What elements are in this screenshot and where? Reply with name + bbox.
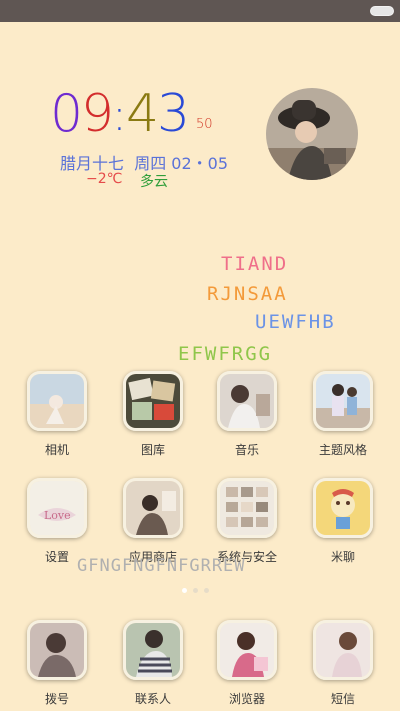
app-security[interactable]: 系统与安全 xyxy=(207,478,287,568)
status-bar xyxy=(0,0,400,22)
contacts-app-icon xyxy=(123,620,183,680)
scribble-text-3: UEWFHB xyxy=(255,311,336,333)
security-app-icon xyxy=(217,478,277,538)
page-dot-active[interactable] xyxy=(182,588,187,593)
camera-app-icon xyxy=(27,371,87,431)
scribble-text-5: GFNGFNGFNFGRREW xyxy=(77,556,246,576)
app-label: 短信 xyxy=(330,692,355,706)
clock-minute-tens: 4 xyxy=(126,84,160,144)
app-label: 拨号 xyxy=(44,692,69,706)
app-label: 音乐 xyxy=(234,443,259,457)
scribble-text-4: EFWFRGG xyxy=(178,343,273,365)
app-store[interactable]: 应用商店 xyxy=(113,478,193,568)
phone-app-icon xyxy=(27,620,87,680)
app-miliao[interactable]: 米聊 xyxy=(303,478,383,568)
music-app-icon xyxy=(217,371,277,431)
app-messages[interactable]: 短信 xyxy=(303,620,383,710)
clock-hour-tens: 0 xyxy=(50,84,84,144)
clock-minute-ones: 3 xyxy=(157,84,191,144)
page-dot[interactable] xyxy=(193,588,198,593)
app-label: 图库 xyxy=(140,443,165,457)
messages-app-icon xyxy=(313,620,373,680)
scribble-text-2: RJNSAA xyxy=(207,283,288,305)
app-contacts[interactable]: 联系人 xyxy=(113,620,193,710)
app-label: 主题风格 xyxy=(318,443,367,457)
clock-colon: : xyxy=(112,90,127,141)
app-music[interactable]: 音乐 xyxy=(207,371,287,461)
weather-condition: 多云 xyxy=(140,174,168,190)
page-dot[interactable] xyxy=(204,588,209,593)
app-gallery[interactable]: 图库 xyxy=(113,371,193,461)
miliao-app-icon xyxy=(313,478,373,538)
app-label: 联系人 xyxy=(134,692,171,706)
theme-app-icon xyxy=(313,371,373,431)
scribble-text-1: TIAND xyxy=(221,253,289,275)
settings-app-icon: Love xyxy=(27,478,87,538)
browser-app-icon xyxy=(217,620,277,680)
gallery-app-icon xyxy=(123,371,183,431)
app-phone[interactable]: 拨号 xyxy=(17,620,97,710)
weather-temperature: −2℃ xyxy=(86,171,123,187)
clock-hour-ones: 9 xyxy=(81,84,115,144)
app-label: 米聊 xyxy=(330,550,355,564)
avatar-photo xyxy=(266,88,358,180)
battery-icon xyxy=(370,6,394,16)
avatar[interactable] xyxy=(266,88,358,180)
clock-seconds: 50 xyxy=(196,117,213,132)
page-indicator[interactable] xyxy=(182,588,209,593)
app-label: 相机 xyxy=(44,443,69,457)
app-store-icon xyxy=(123,478,183,538)
app-theme[interactable]: 主题风格 xyxy=(303,371,383,461)
clock-widget[interactable]: 0 9 : 4 3 50 xyxy=(50,82,213,142)
app-browser[interactable]: 浏览器 xyxy=(207,620,287,710)
app-settings[interactable]: Love 设置 xyxy=(17,478,97,568)
app-camera[interactable]: 相机 xyxy=(17,371,97,461)
svg-text:Love: Love xyxy=(44,509,71,522)
app-label: 浏览器 xyxy=(228,692,265,706)
